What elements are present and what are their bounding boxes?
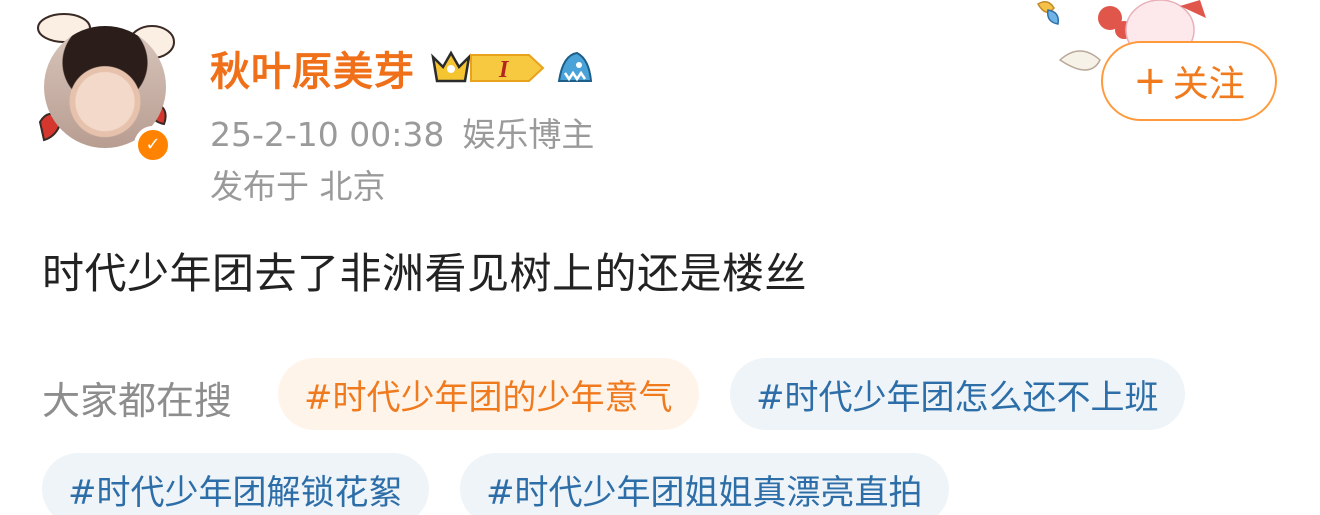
- follow-button[interactable]: + 关注: [1101, 41, 1277, 121]
- follow-button-label: 关注: [1172, 64, 1245, 105]
- post-timestamp: 25-2-10 00:38: [210, 115, 445, 154]
- user-role: 娱乐博主: [462, 115, 595, 154]
- weibo-post-card: ✓ 秋叶原美芽 I 25-2-10 00:38 娱乐博主 发布于 北京 + 关注 …: [0, 0, 1320, 515]
- trending-tag-4[interactable]: #时代少年团姐姐真漂亮直拍: [460, 453, 949, 515]
- post-body-text: 时代少年团去了非洲看见树上的还是楼丝: [42, 249, 808, 298]
- verified-v-icon: ✓: [134, 126, 172, 164]
- trending-tag-3[interactable]: #时代少年团解锁花絮: [42, 453, 429, 515]
- trending-tag-1[interactable]: #时代少年团的少年意气: [278, 358, 699, 430]
- trending-label: 大家都在搜: [42, 379, 233, 423]
- trending-tag-2[interactable]: #时代少年团怎么还不上班: [730, 358, 1185, 430]
- avatar-container[interactable]: ✓: [34, 12, 176, 164]
- plus-icon: +: [1133, 58, 1167, 104]
- user-name[interactable]: 秋叶原美芽: [210, 39, 415, 97]
- level-badge-text: I: [498, 57, 510, 83]
- crown-vip-badge-icon[interactable]: I: [429, 47, 547, 89]
- shark-icon[interactable]: [555, 49, 595, 87]
- post-meta: 25-2-10 00:38 娱乐博主: [210, 108, 594, 156]
- user-name-row: 秋叶原美芽 I: [210, 40, 595, 96]
- post-location: 发布于 北京: [210, 167, 386, 206]
